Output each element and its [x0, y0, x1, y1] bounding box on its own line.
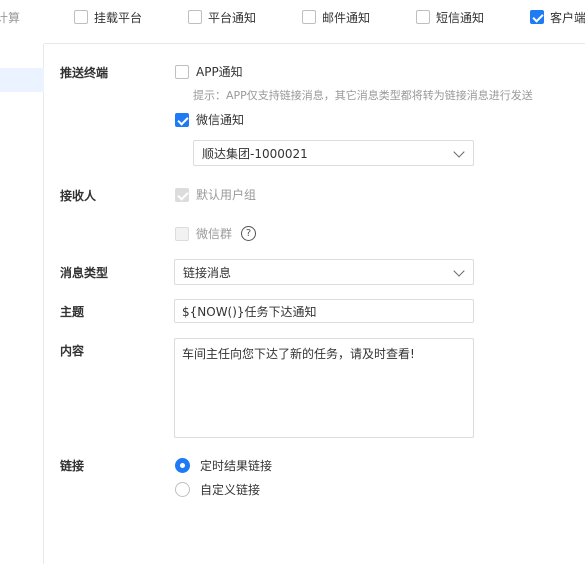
truncated-tab-label: 计算 — [0, 10, 21, 25]
custom-link-radio[interactable] — [175, 482, 190, 497]
email-notice-label: 邮件通知 — [322, 10, 371, 25]
notification-channel-bar: 计算 挂载平台 平台通知 邮件通知 短信通知 客户端 — [0, 0, 585, 44]
client-label: 客户端 — [550, 10, 585, 25]
content-label: 内容 — [60, 344, 85, 358]
app-notice-checkbox[interactable] — [175, 64, 189, 79]
push-terminal-label: 推送终端 — [60, 66, 109, 80]
mount-platform-label: 挂载平台 — [94, 10, 143, 25]
message-type-label: 消息类型 — [60, 266, 109, 280]
scheduled-link-radio[interactable] — [175, 458, 190, 473]
mount-platform-checkbox[interactable] — [74, 10, 88, 24]
help-icon[interactable]: ? — [241, 226, 257, 241]
recipients-label: 接收人 — [60, 189, 97, 203]
wechat-account-select[interactable]: 顺达集团-1000021 — [193, 140, 474, 166]
platform-notice-label: 平台通知 — [208, 10, 257, 25]
wechat-account-value: 顺达集团-1000021 — [202, 146, 308, 161]
chevron-down-icon — [453, 265, 465, 277]
scheduled-link-label: 定时结果链接 — [200, 459, 273, 473]
app-notice-label: APP通知 — [196, 65, 243, 79]
wechat-group-checkbox — [175, 226, 189, 241]
platform-notice-checkbox[interactable] — [188, 10, 202, 24]
channel-mount-platform[interactable]: 挂载平台 — [74, 8, 142, 26]
chevron-down-icon — [453, 146, 465, 158]
link-label: 链接 — [60, 459, 85, 473]
wechat-notice-checkbox[interactable] — [175, 112, 189, 127]
channel-client[interactable]: 客户端 — [530, 8, 585, 26]
left-rail-selected-item[interactable] — [0, 68, 44, 92]
wechat-notice-label: 微信通知 — [196, 113, 245, 127]
default-user-group-option: 默认用户组 — [175, 186, 256, 203]
sms-notice-checkbox[interactable] — [416, 10, 430, 24]
app-notice-hint: 提示：APP仅支持链接消息，其它消息类型都将转为链接消息进行发送 — [193, 89, 533, 102]
top-divider — [44, 43, 585, 44]
default-user-group-label: 默认用户组 — [196, 188, 257, 202]
email-notice-checkbox[interactable] — [302, 10, 316, 24]
wechat-group-option: 微信群 ? — [175, 225, 257, 242]
channel-sms-notice[interactable]: 短信通知 — [416, 8, 484, 26]
channel-email-notice[interactable]: 邮件通知 — [302, 8, 370, 26]
app-notice-option[interactable]: APP通知 — [175, 63, 243, 80]
client-checkbox[interactable] — [530, 10, 544, 24]
wechat-notice-option[interactable]: 微信通知 — [175, 111, 244, 128]
default-user-group-checkbox — [175, 187, 189, 202]
link-option-scheduled[interactable]: 定时结果链接 — [175, 457, 272, 474]
custom-link-label: 自定义链接 — [200, 483, 261, 497]
sms-notice-label: 短信通知 — [436, 10, 485, 25]
subject-label: 主题 — [60, 305, 85, 319]
message-type-value: 链接消息 — [183, 265, 232, 280]
content-textarea[interactable]: 车间主任向您下达了新的任务，请及时查看! — [174, 338, 474, 438]
wechat-group-label: 微信群 — [196, 227, 233, 241]
link-option-custom[interactable]: 自定义链接 — [175, 481, 260, 498]
subject-input[interactable]: ${NOW()}任务下达通知 — [174, 299, 474, 323]
channel-platform-notice[interactable]: 平台通知 — [188, 8, 256, 26]
left-rail — [0, 44, 44, 564]
message-type-select[interactable]: 链接消息 — [174, 259, 474, 285]
